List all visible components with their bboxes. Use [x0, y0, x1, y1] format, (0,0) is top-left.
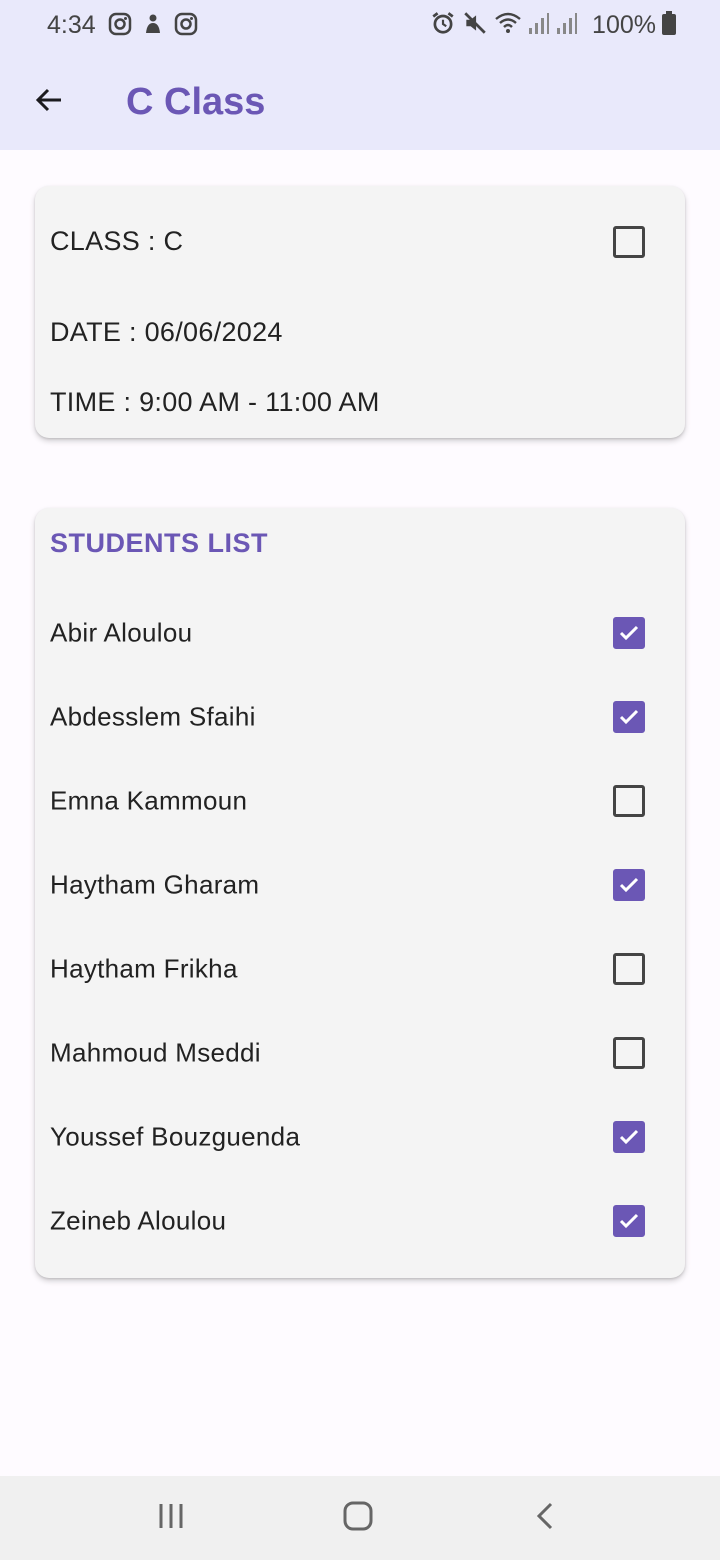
signal-icon: [528, 11, 550, 40]
student-name: Emna Kammoun: [50, 785, 248, 816]
student-row[interactable]: Haytham Gharam: [35, 850, 685, 920]
students-list-title: STUDENTS LIST: [50, 528, 269, 558]
students-list-card: STUDENTS LIST Abir Aloulou Abdesslem Sfai…: [35, 508, 685, 1278]
student-name: Mahmoud Mseddi: [50, 1037, 261, 1068]
mute-icon: [462, 10, 488, 41]
student-attendance-checkbox[interactable]: [613, 1121, 645, 1153]
notification-app-icon: [141, 12, 165, 36]
battery-icon: [662, 10, 676, 40]
recent-apps-button[interactable]: [141, 1498, 201, 1538]
signal-icon-2: [556, 11, 578, 40]
student-row[interactable]: Emna Kammoun: [35, 766, 685, 836]
status-bar: 4:34 100%: [0, 0, 720, 52]
checkmark-icon: [619, 1213, 639, 1229]
student-attendance-checkbox[interactable]: [613, 701, 645, 733]
date-label: DATE : 06/06/2024: [50, 317, 283, 347]
checkmark-icon: [619, 877, 639, 893]
header: 4:34 100% C Class: [0, 0, 720, 150]
battery-percentage: 100%: [592, 10, 656, 39]
instagram-icon-2: [174, 12, 198, 36]
recent-apps-icon: [156, 1501, 186, 1536]
status-time: 4:34: [47, 11, 96, 39]
class-checkbox[interactable]: [613, 226, 645, 258]
wifi-icon: [494, 10, 522, 41]
student-row[interactable]: Abdesslem Sfaihi: [35, 682, 685, 752]
student-name: Zeineb Aloulou: [50, 1205, 227, 1236]
home-button[interactable]: [328, 1498, 388, 1538]
back-button[interactable]: [22, 78, 76, 126]
student-name: Abir Aloulou: [50, 617, 193, 648]
chevron-left-icon: [531, 1501, 561, 1536]
home-icon: [342, 1500, 374, 1537]
student-row[interactable]: Mahmoud Mseddi: [35, 1018, 685, 1088]
student-row[interactable]: Abir Aloulou: [35, 598, 685, 668]
student-attendance-checkbox[interactable]: [613, 1037, 645, 1069]
checkmark-icon: [619, 625, 639, 641]
class-label: CLASS : C: [50, 226, 184, 256]
student-row[interactable]: Youssef Bouzguenda: [35, 1102, 685, 1172]
student-attendance-checkbox[interactable]: [613, 1205, 645, 1237]
student-attendance-checkbox[interactable]: [613, 953, 645, 985]
instagram-icon: [108, 12, 132, 36]
student-name: Haytham Gharam: [50, 869, 260, 900]
student-name: Youssef Bouzguenda: [50, 1121, 301, 1152]
student-name: Haytham Frikha: [50, 953, 238, 984]
time-label: TIME : 9:00 AM - 11:00 AM: [50, 387, 380, 417]
checkmark-icon: [619, 709, 639, 725]
student-name: Abdesslem Sfaihi: [50, 701, 256, 732]
student-attendance-checkbox[interactable]: [613, 869, 645, 901]
class-info-card: CLASS : C DATE : 06/06/2024 TIME : 9:00 …: [35, 186, 685, 438]
student-row[interactable]: Haytham Frikha: [35, 934, 685, 1004]
alarm-icon: [430, 10, 456, 41]
student-attendance-checkbox[interactable]: [613, 785, 645, 817]
system-back-button[interactable]: [516, 1498, 576, 1538]
page-title: C Class: [126, 81, 266, 123]
student-row[interactable]: Zeineb Aloulou: [35, 1186, 685, 1256]
checkmark-icon: [619, 1129, 639, 1145]
system-navigation-bar: [0, 1476, 720, 1560]
status-indicators: 100%: [430, 10, 676, 40]
student-attendance-checkbox[interactable]: [613, 617, 645, 649]
arrow-back-icon: [33, 84, 65, 121]
